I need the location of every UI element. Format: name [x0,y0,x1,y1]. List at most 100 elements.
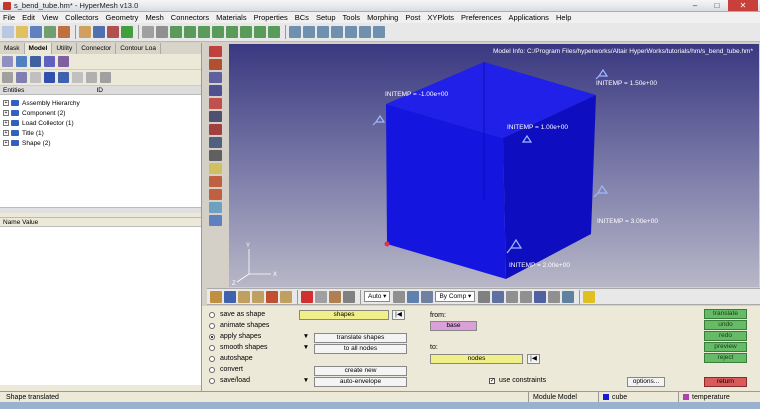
view-right-icon[interactable] [212,26,224,38]
line-display-icon[interactable] [506,290,519,303]
apply-mode-toggle-icon[interactable]: ▼ [299,333,313,343]
translate-button[interactable]: translate [704,309,747,319]
find-attached-icon[interactable] [252,290,264,303]
menu-mesh[interactable]: Mesh [145,13,163,22]
export-icon[interactable] [58,26,70,38]
wire-icon[interactable] [407,290,420,303]
save-icon[interactable] [30,26,42,38]
pan-icon[interactable] [331,26,343,38]
browser-component-icon[interactable] [16,56,27,67]
view-back-icon[interactable] [240,26,252,38]
feature-icon[interactable] [421,290,434,303]
utility-icon[interactable] [209,163,222,174]
transparency-icon[interactable] [548,290,561,303]
expand-plus-icon[interactable]: + [3,120,9,126]
radio-apply-shapes[interactable]: apply shapes [209,331,261,342]
fit-icon[interactable] [156,26,168,38]
utility-icon[interactable] [209,124,222,135]
undo-button[interactable]: undo [704,320,747,330]
shrink-icon[interactable] [329,290,341,303]
menu-geometry[interactable]: Geometry [106,13,139,22]
reject-button[interactable]: reject [704,353,747,363]
clear-icon[interactable] [315,290,327,303]
component-icon[interactable] [93,26,105,38]
utility-icon[interactable] [209,72,222,83]
menu-edit[interactable]: Edit [22,13,35,22]
graphics-viewport[interactable]: Model Info: C:/Program Files/hyperworks/… [229,44,759,287]
star-icon[interactable] [583,290,596,303]
solid-display-icon[interactable] [534,290,547,303]
maximize-icon[interactable]: □ [706,0,728,11]
use-constraints-checkbox[interactable]: ✓ use constraints [489,377,546,384]
menu-morphing[interactable]: Morphing [367,13,398,22]
view-left-icon[interactable] [198,26,210,38]
utility-icon[interactable] [209,85,222,96]
rotate-icon[interactable] [345,26,357,38]
menu-tools[interactable]: Tools [343,13,361,22]
tree-item[interactable]: + Shape (2) [0,138,201,148]
create-new-button[interactable]: create new [314,366,407,376]
reverse-icon[interactable] [100,72,111,83]
import-icon[interactable] [44,26,56,38]
tab-model[interactable]: Model [24,43,53,54]
translate-shapes-button[interactable]: translate shapes [314,333,407,343]
menu-materials[interactable]: Materials [216,13,246,22]
unmask-icon[interactable] [224,290,236,303]
browser-material-icon[interactable] [44,56,55,67]
spin-icon[interactable] [359,26,371,38]
menu-setup[interactable]: Setup [316,13,336,22]
browser-assembly-icon[interactable] [30,56,41,67]
expand-icon[interactable] [2,72,13,83]
color-icon[interactable] [121,26,133,38]
utility-icon[interactable] [209,150,222,161]
expand-plus-icon[interactable]: + [3,130,9,136]
browser-view-icon[interactable] [2,56,13,67]
shaded-icon[interactable] [393,290,406,303]
zoom-window-icon[interactable] [289,26,301,38]
from-base-selector[interactable]: base [430,321,477,331]
sync-icon[interactable] [343,290,355,303]
utility-icon[interactable] [209,137,222,148]
utility-icon[interactable] [209,59,222,70]
filter-icon[interactable] [16,72,27,83]
isolate-icon[interactable] [86,72,97,83]
view-iso2-icon[interactable] [268,26,280,38]
auto-envelope-button[interactable]: auto-envelope [314,377,407,387]
menu-file[interactable]: File [3,13,15,22]
preview-button[interactable]: preview [704,342,747,352]
menu-properties[interactable]: Properties [254,13,288,22]
tree-item[interactable]: + Title (1) [0,128,201,138]
tab-mask[interactable]: Mask [0,43,25,54]
view-bottom-icon[interactable] [184,26,196,38]
tree-item[interactable]: + Component (2) [0,108,201,118]
utility-icon[interactable] [209,202,222,213]
utility-icon[interactable] [209,215,222,226]
display-icon[interactable] [107,26,119,38]
reverse-display-icon[interactable] [266,290,278,303]
menu-xyplots[interactable]: XYPlots [427,13,454,22]
options-button[interactable]: options... [627,377,665,387]
user-icon[interactable] [79,26,91,38]
utility-icon[interactable] [209,111,222,122]
zoom-out-icon[interactable] [317,26,329,38]
menu-bcs[interactable]: BCs [295,13,309,22]
new-file-icon[interactable] [2,26,14,38]
node-mode-toggle-icon[interactable]: ▼ [299,344,313,354]
zoom-icon[interactable] [142,26,154,38]
utility-icon[interactable] [209,46,222,57]
view-mode-dropdown[interactable]: Auto ▾ [364,291,391,302]
utility-icon[interactable] [209,176,222,187]
menu-preferences[interactable]: Preferences [461,13,501,22]
to-nodes-selector[interactable]: nodes [430,354,523,364]
utility-icon[interactable] [209,189,222,200]
show-all-icon[interactable] [280,290,292,303]
view-top-icon[interactable] [170,26,182,38]
radio-autoshape[interactable]: autoshape [209,353,253,364]
close-icon[interactable]: ✕ [728,0,758,11]
reset-nodes-icon[interactable]: |◀ [527,354,540,364]
minimize-icon[interactable]: – [684,0,706,11]
geometry-display-icon[interactable] [492,290,505,303]
menu-help[interactable]: Help [556,13,571,22]
view-iso-icon[interactable] [254,26,266,38]
tab-connector[interactable]: Connector [77,43,117,54]
